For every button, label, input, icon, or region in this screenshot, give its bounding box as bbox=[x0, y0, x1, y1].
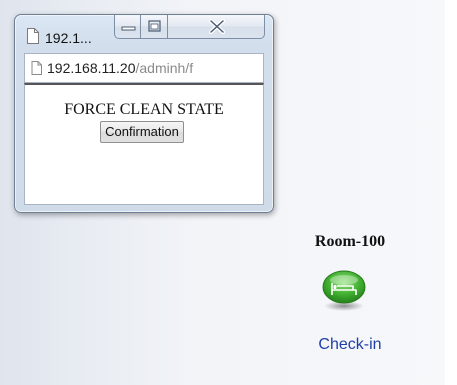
page-icon bbox=[31, 61, 42, 75]
force-clean-heading: FORCE CLEAN STATE bbox=[64, 101, 224, 118]
close-icon bbox=[209, 19, 225, 34]
address-url: 192.168.11.20/adminh/f bbox=[47, 60, 261, 76]
check-in-link[interactable]: Check-in bbox=[290, 336, 410, 354]
popup-titlebar[interactable]: 192.1... bbox=[15, 15, 273, 49]
window-title: 192.1... bbox=[45, 30, 92, 46]
room-title: Room-100 bbox=[314, 233, 386, 250]
popup-content: FORCE CLEAN STATE Confirmation bbox=[24, 83, 264, 205]
minimize-icon bbox=[121, 26, 136, 31]
close-button[interactable] bbox=[168, 15, 265, 39]
minimize-button[interactable] bbox=[114, 15, 141, 39]
maximize-icon bbox=[148, 20, 161, 32]
confirmation-button[interactable]: Confirmation bbox=[100, 121, 184, 143]
window-controls bbox=[114, 15, 265, 40]
popup-window[interactable]: 192.1... 192.168.11.20/adminh/f FORCE CL… bbox=[14, 14, 274, 213]
address-path: /adminh/f bbox=[135, 60, 194, 76]
address-bar[interactable]: 192.168.11.20/adminh/f bbox=[24, 53, 264, 83]
page-right-edge bbox=[445, 0, 457, 385]
page-icon bbox=[27, 28, 39, 44]
bed-icon[interactable] bbox=[320, 268, 368, 312]
address-host: 192.168.11.20 bbox=[47, 60, 136, 76]
maximize-button[interactable] bbox=[141, 15, 168, 39]
